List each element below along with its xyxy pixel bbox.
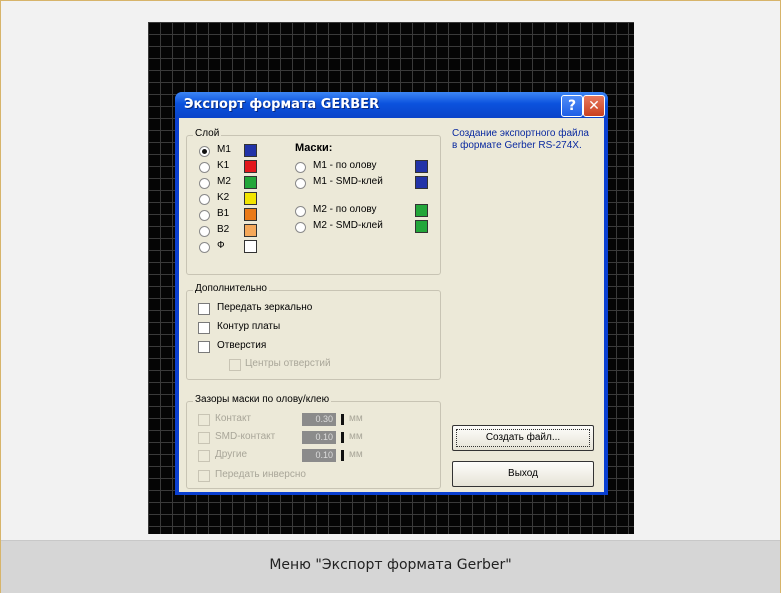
layer-color-swatch-f: [244, 240, 257, 253]
mask-color-swatch-m1-smd: [415, 176, 428, 189]
layer-group: Слой M1 K1 M2 K2 B1 B2 Ф Маски: M1 - по …: [186, 128, 441, 275]
smd-gap-label: SMD-контакт: [215, 431, 276, 442]
masks-heading: Маски:: [295, 142, 333, 154]
hole-centers-checkbox[interactable]: [229, 359, 241, 371]
extra-options-legend: Дополнительно: [193, 283, 269, 294]
other-gap-input[interactable]: 0.10: [302, 449, 336, 462]
contact-gap-spinner[interactable]: [341, 414, 344, 425]
title-bar[interactable]: Экспорт формата GERBER ? ✕: [175, 92, 608, 118]
layer-label-b2: B2: [217, 224, 230, 235]
other-gap-checkbox[interactable]: [198, 450, 210, 462]
mask-label-m1-tin: M1 - по олову: [313, 160, 377, 171]
layer-radio-k1[interactable]: [199, 162, 210, 173]
dialog-window: Экспорт формата GERBER ? ✕ Слой M1 K1 M2: [175, 92, 608, 495]
layer-radio-b2[interactable]: [199, 226, 210, 237]
layer-color-swatch-b2: [244, 224, 257, 237]
create-file-button[interactable]: Создать файл...: [452, 425, 594, 451]
smd-gap-input[interactable]: 0.10: [302, 431, 336, 444]
contact-gap-unit: мм: [349, 413, 363, 424]
layer-color-swatch-m2: [244, 176, 257, 189]
mask-label-m2-tin: M2 - по олову: [313, 204, 377, 215]
board-outline-checkbox[interactable]: [198, 322, 210, 334]
smd-gap-spinner[interactable]: [341, 432, 344, 443]
mask-gaps-legend: Зазоры маски по олову/клею: [193, 394, 332, 405]
layer-color-swatch-b1: [244, 208, 257, 221]
contact-gap-input[interactable]: 0.30: [302, 413, 336, 426]
dialog-title: Экспорт формата GERBER: [184, 97, 380, 112]
mirror-label[interactable]: Передать зеркально: [217, 302, 312, 313]
layer-label-f: Ф: [217, 240, 225, 251]
mirror-checkbox[interactable]: [198, 303, 210, 315]
other-gap-unit: мм: [349, 449, 363, 460]
layer-label-k2: K2: [217, 192, 230, 203]
close-button[interactable]: ✕: [583, 95, 605, 117]
layer-group-legend: Слой: [193, 128, 222, 139]
mask-radio-m1-tin[interactable]: [295, 162, 306, 173]
layer-color-swatch-k2: [244, 192, 257, 205]
holes-label[interactable]: Отверстия: [217, 340, 266, 351]
layer-color-swatch-m1: [244, 144, 257, 157]
mask-label-m1-smd: M1 - SMD-клей: [313, 176, 383, 187]
figure-caption: Меню "Экспорт формата Gerber": [269, 557, 512, 573]
exit-button[interactable]: Выход: [452, 461, 594, 487]
caption-bar: Меню "Экспорт формата Gerber": [1, 540, 780, 593]
other-gap-label: Другие: [215, 449, 248, 460]
mask-gaps-group: Зазоры маски по олову/клею Контакт 0.30 …: [186, 394, 441, 489]
layer-radio-m1[interactable]: [199, 146, 210, 157]
layer-label-m1: M1: [217, 144, 231, 155]
hole-centers-label: Центры отверстий: [245, 358, 331, 369]
layer-color-swatch-k1: [244, 160, 257, 173]
mask-label-m2-smd: M2 - SMD-клей: [313, 220, 383, 231]
mask-color-swatch-m2-tin: [415, 204, 428, 217]
export-description: Создание экспортного файла в формате Ger…: [452, 128, 589, 151]
smd-gap-checkbox[interactable]: [198, 432, 210, 444]
dialog-client-area: Слой M1 K1 M2 K2 B1 B2 Ф Маски: M1 - по …: [179, 118, 604, 492]
contact-gap-checkbox[interactable]: [198, 414, 210, 426]
smd-gap-unit: мм: [349, 431, 363, 442]
layer-radio-k2[interactable]: [199, 194, 210, 205]
mask-color-swatch-m1-tin: [415, 160, 428, 173]
mask-radio-m1-smd[interactable]: [295, 178, 306, 189]
invert-label: Передать инверсно: [215, 469, 306, 480]
mask-color-swatch-m2-smd: [415, 220, 428, 233]
mask-radio-m2-tin[interactable]: [295, 206, 306, 217]
extra-options-group: Дополнительно Передать зеркально Контур …: [186, 283, 441, 380]
mask-radio-m2-smd[interactable]: [295, 222, 306, 233]
contact-gap-label: Контакт: [215, 413, 252, 424]
help-button[interactable]: ?: [561, 95, 583, 117]
layer-label-m2: M2: [217, 176, 231, 187]
layer-radio-f[interactable]: [199, 242, 210, 253]
layer-radio-m2[interactable]: [199, 178, 210, 189]
invert-checkbox[interactable]: [198, 470, 210, 482]
layer-label-b1: B1: [217, 208, 230, 219]
holes-checkbox[interactable]: [198, 341, 210, 353]
other-gap-spinner[interactable]: [341, 450, 344, 461]
layer-label-k1: K1: [217, 160, 230, 171]
layer-radio-b1[interactable]: [199, 210, 210, 221]
board-outline-label[interactable]: Контур платы: [217, 321, 280, 332]
